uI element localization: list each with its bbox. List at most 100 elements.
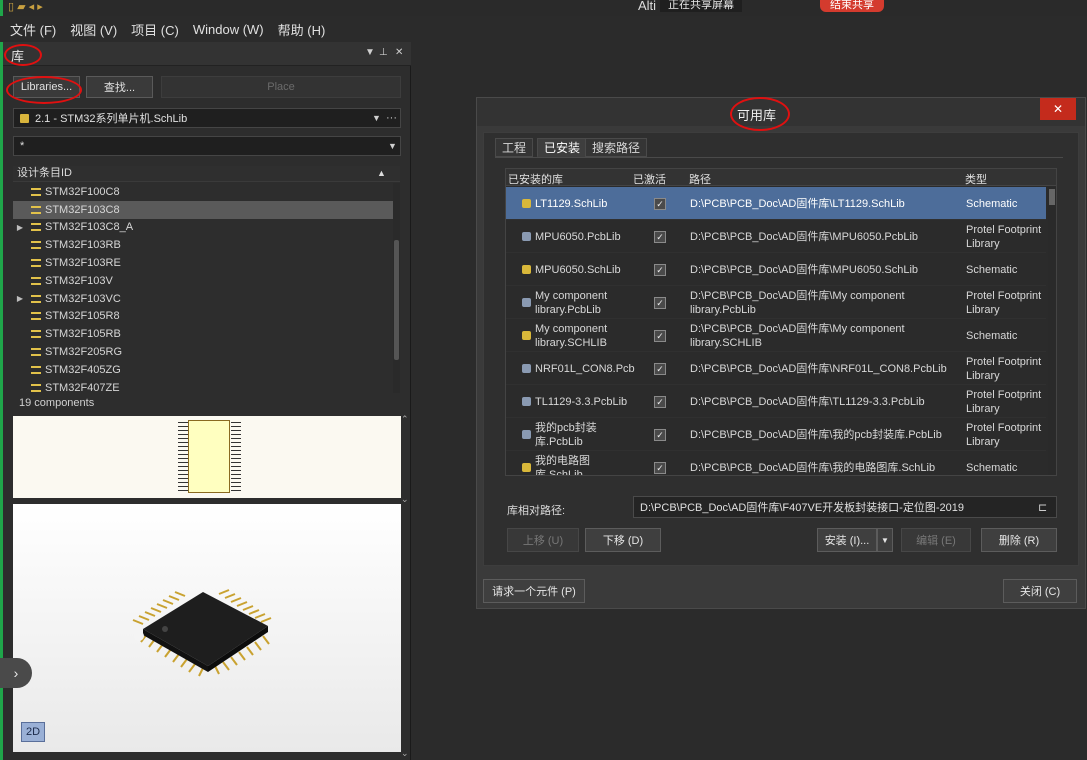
- activated-checkbox[interactable]: ✓: [654, 362, 666, 375]
- move-up-button[interactable]: 上移 (U): [507, 528, 579, 552]
- path-cell: D:\PCB\PCB_Doc\AD固件库\我的电路图库.SchLib: [690, 451, 960, 475]
- remove-button[interactable]: 删除 (R): [981, 528, 1057, 552]
- expand-arrow-icon[interactable]: ▶: [13, 294, 27, 303]
- lib-cell: My component library.SCHLIB: [522, 319, 630, 352]
- expand-arrow-icon[interactable]: ▶: [13, 223, 27, 232]
- close-icon[interactable]: ✕: [395, 47, 403, 58]
- symbol-pin: [178, 482, 188, 483]
- table-scroll-thumb[interactable]: [1049, 189, 1055, 205]
- menu-file[interactable]: 文件 (F): [10, 20, 56, 39]
- lib-path: D:\PCB\PCB_Doc\AD固件库\我的电路图库.SchLib: [690, 461, 936, 474]
- end-share-button[interactable]: 结束共享: [820, 0, 884, 12]
- move-down-button[interactable]: 下移 (D): [585, 528, 661, 552]
- collapse-up-icon[interactable]: ⌃: [401, 414, 409, 425]
- edit-button[interactable]: 编辑 (E): [901, 528, 971, 552]
- list-item[interactable]: ▶ STM32F103VC: [13, 290, 393, 308]
- list-item[interactable]: ▶ STM32F103C8_A: [13, 219, 393, 237]
- filter-input[interactable]: * ▼: [13, 136, 401, 156]
- dialog-close-footer-button[interactable]: 关闭 (C): [1003, 579, 1077, 603]
- tab-project[interactable]: 工程: [495, 138, 534, 157]
- symbol-pin: [231, 442, 241, 443]
- col-type[interactable]: 类型: [965, 171, 987, 187]
- symbol-pin: [231, 470, 241, 471]
- view-2d-button[interactable]: 2D: [21, 722, 45, 742]
- symbol-pin: [231, 422, 241, 423]
- component-name: STM32F103C8: [45, 203, 120, 216]
- request-component-button[interactable]: 请求一个元件 (P): [483, 579, 585, 603]
- library-icon: [20, 113, 29, 123]
- list-item[interactable]: STM32F103C8: [13, 200, 393, 219]
- toolbar-icons[interactable]: ▯ ▰ ◂ ▸: [8, 0, 43, 13]
- expand-panel-arrow[interactable]: ›: [0, 658, 32, 688]
- symbol-pin: [231, 482, 241, 483]
- menu-window[interactable]: Window (W): [193, 22, 264, 37]
- lib-path: D:\PCB\PCB_Doc\AD固件库\My component librar…: [690, 289, 905, 316]
- sort-up-icon: ▲: [377, 168, 386, 178]
- component-icon: [31, 276, 41, 285]
- activated-checkbox[interactable]: ✓: [654, 395, 666, 408]
- library-select[interactable]: 2.1 - STM32系列单片机.SchLib ▼ ···: [13, 108, 401, 128]
- symbol-pin: [231, 434, 241, 435]
- symbol-pin: [231, 486, 241, 487]
- table-row[interactable]: My component library.SCHLIB ✓ D:\PCB\PCB_D…: [506, 319, 1046, 352]
- list-item[interactable]: STM32F103V: [13, 272, 393, 290]
- more-icon[interactable]: ···: [386, 112, 397, 124]
- table-row[interactable]: 我的电路图库.SchLib ✓ D:\PCB\PCB_Doc\AD固件库\我的电路图…: [506, 451, 1046, 475]
- table-row[interactable]: LT1129.SchLib ✓ D:\PCB\PCB_Doc\AD固件库\LT112…: [506, 187, 1046, 220]
- menu-help[interactable]: 帮助 (H): [278, 20, 326, 39]
- relative-path-field[interactable]: D:\PCB\PCB_Doc\AD固件库\F407VE开发板封装接口-定位图-2…: [633, 496, 1057, 518]
- list-item[interactable]: STM32F405ZG: [13, 361, 393, 379]
- folder-icon[interactable]: ⊏: [1038, 501, 1047, 514]
- menu-view[interactable]: 视图 (V): [70, 20, 117, 39]
- activated-checkbox[interactable]: ✓: [654, 329, 666, 342]
- activated-checkbox[interactable]: ✓: [654, 461, 666, 474]
- install-dropdown-icon[interactable]: ▼: [877, 528, 893, 552]
- activated-checkbox[interactable]: ✓: [654, 197, 666, 210]
- list-item[interactable]: STM32F103RE: [13, 254, 393, 272]
- menu-project[interactable]: 项目 (C): [131, 20, 179, 39]
- activated-checkbox[interactable]: ✓: [654, 296, 666, 309]
- table-row[interactable]: 我的pcb封装库.PcbLib ✓ D:\PCB\PCB_Doc\AD固件库\我的p…: [506, 418, 1046, 451]
- collapse-down-icon[interactable]: ⌄: [401, 748, 409, 759]
- tab-search-path[interactable]: 搜索路径: [585, 138, 648, 157]
- activated-checkbox[interactable]: ✓: [654, 230, 666, 243]
- table-row[interactable]: NRF01L_CON8.Pcb ✓ D:\PCB\PCB_Doc\AD固件库\NRF…: [506, 352, 1046, 385]
- symbol-pin: [178, 442, 188, 443]
- component-count: 19 components: [19, 397, 95, 409]
- panel-menu-icon[interactable]: ▼: [365, 47, 375, 58]
- table-row[interactable]: TL1129-3.3.PcbLib ✓ D:\PCB\PCB_Doc\AD固件库\T…: [506, 385, 1046, 418]
- tree-column-header[interactable]: 设计条目ID ▲: [13, 166, 400, 182]
- symbol-pin: [231, 478, 241, 479]
- component-icon: [31, 205, 41, 214]
- lib-cell: 我的电路图库.SchLib: [522, 451, 630, 475]
- list-scroll-thumb[interactable]: [394, 240, 399, 360]
- table-row[interactable]: MPU6050.SchLib ✓ D:\PCB\PCB_Doc\AD固件库\MPU6…: [506, 253, 1046, 286]
- col-activated[interactable]: 已激活: [633, 171, 666, 187]
- tab-installed[interactable]: 已安装: [537, 138, 588, 157]
- col-path[interactable]: 路径: [689, 171, 711, 187]
- col-installed-lib[interactable]: 已安装的库: [508, 171, 563, 187]
- list-item[interactable]: STM32F205RG: [13, 343, 393, 361]
- search-button[interactable]: 查找...: [86, 76, 153, 98]
- dialog-close-button[interactable]: ✕: [1040, 98, 1076, 120]
- list-item[interactable]: STM32F105RB: [13, 325, 393, 343]
- component-name: STM32F103V: [45, 274, 113, 287]
- table-row[interactable]: MPU6050.PcbLib ✓ D:\PCB\PCB_Doc\AD固件库\MPU6…: [506, 220, 1046, 253]
- install-button[interactable]: 安装 (I)...: [817, 528, 877, 552]
- schlib-icon: [522, 463, 531, 472]
- list-item[interactable]: STM32F100C8: [13, 183, 393, 201]
- activated-checkbox[interactable]: ✓: [654, 263, 666, 276]
- place-button[interactable]: Place: [161, 76, 401, 98]
- activated-checkbox[interactable]: ✓: [654, 428, 666, 441]
- symbol-pin: [231, 446, 241, 447]
- splitter-icon[interactable]: ⌄: [401, 494, 409, 505]
- list-item[interactable]: STM32F105R8: [13, 308, 393, 326]
- 3d-model-preview[interactable]: 2D: [13, 504, 401, 752]
- table-row[interactable]: My component library.PcbLib ✓ D:\PCB\PCB_D…: [506, 286, 1046, 319]
- list-item[interactable]: STM32F407ZE: [13, 379, 393, 393]
- pin-icon[interactable]: ⊥: [379, 47, 388, 58]
- list-item[interactable]: STM32F103RB: [13, 236, 393, 254]
- lib-cell: LT1129.SchLib: [522, 187, 630, 220]
- path-cell: D:\PCB\PCB_Doc\AD固件库\我的pcb封装库.PcbLib: [690, 418, 960, 451]
- table-scrollbar[interactable]: [1048, 187, 1056, 475]
